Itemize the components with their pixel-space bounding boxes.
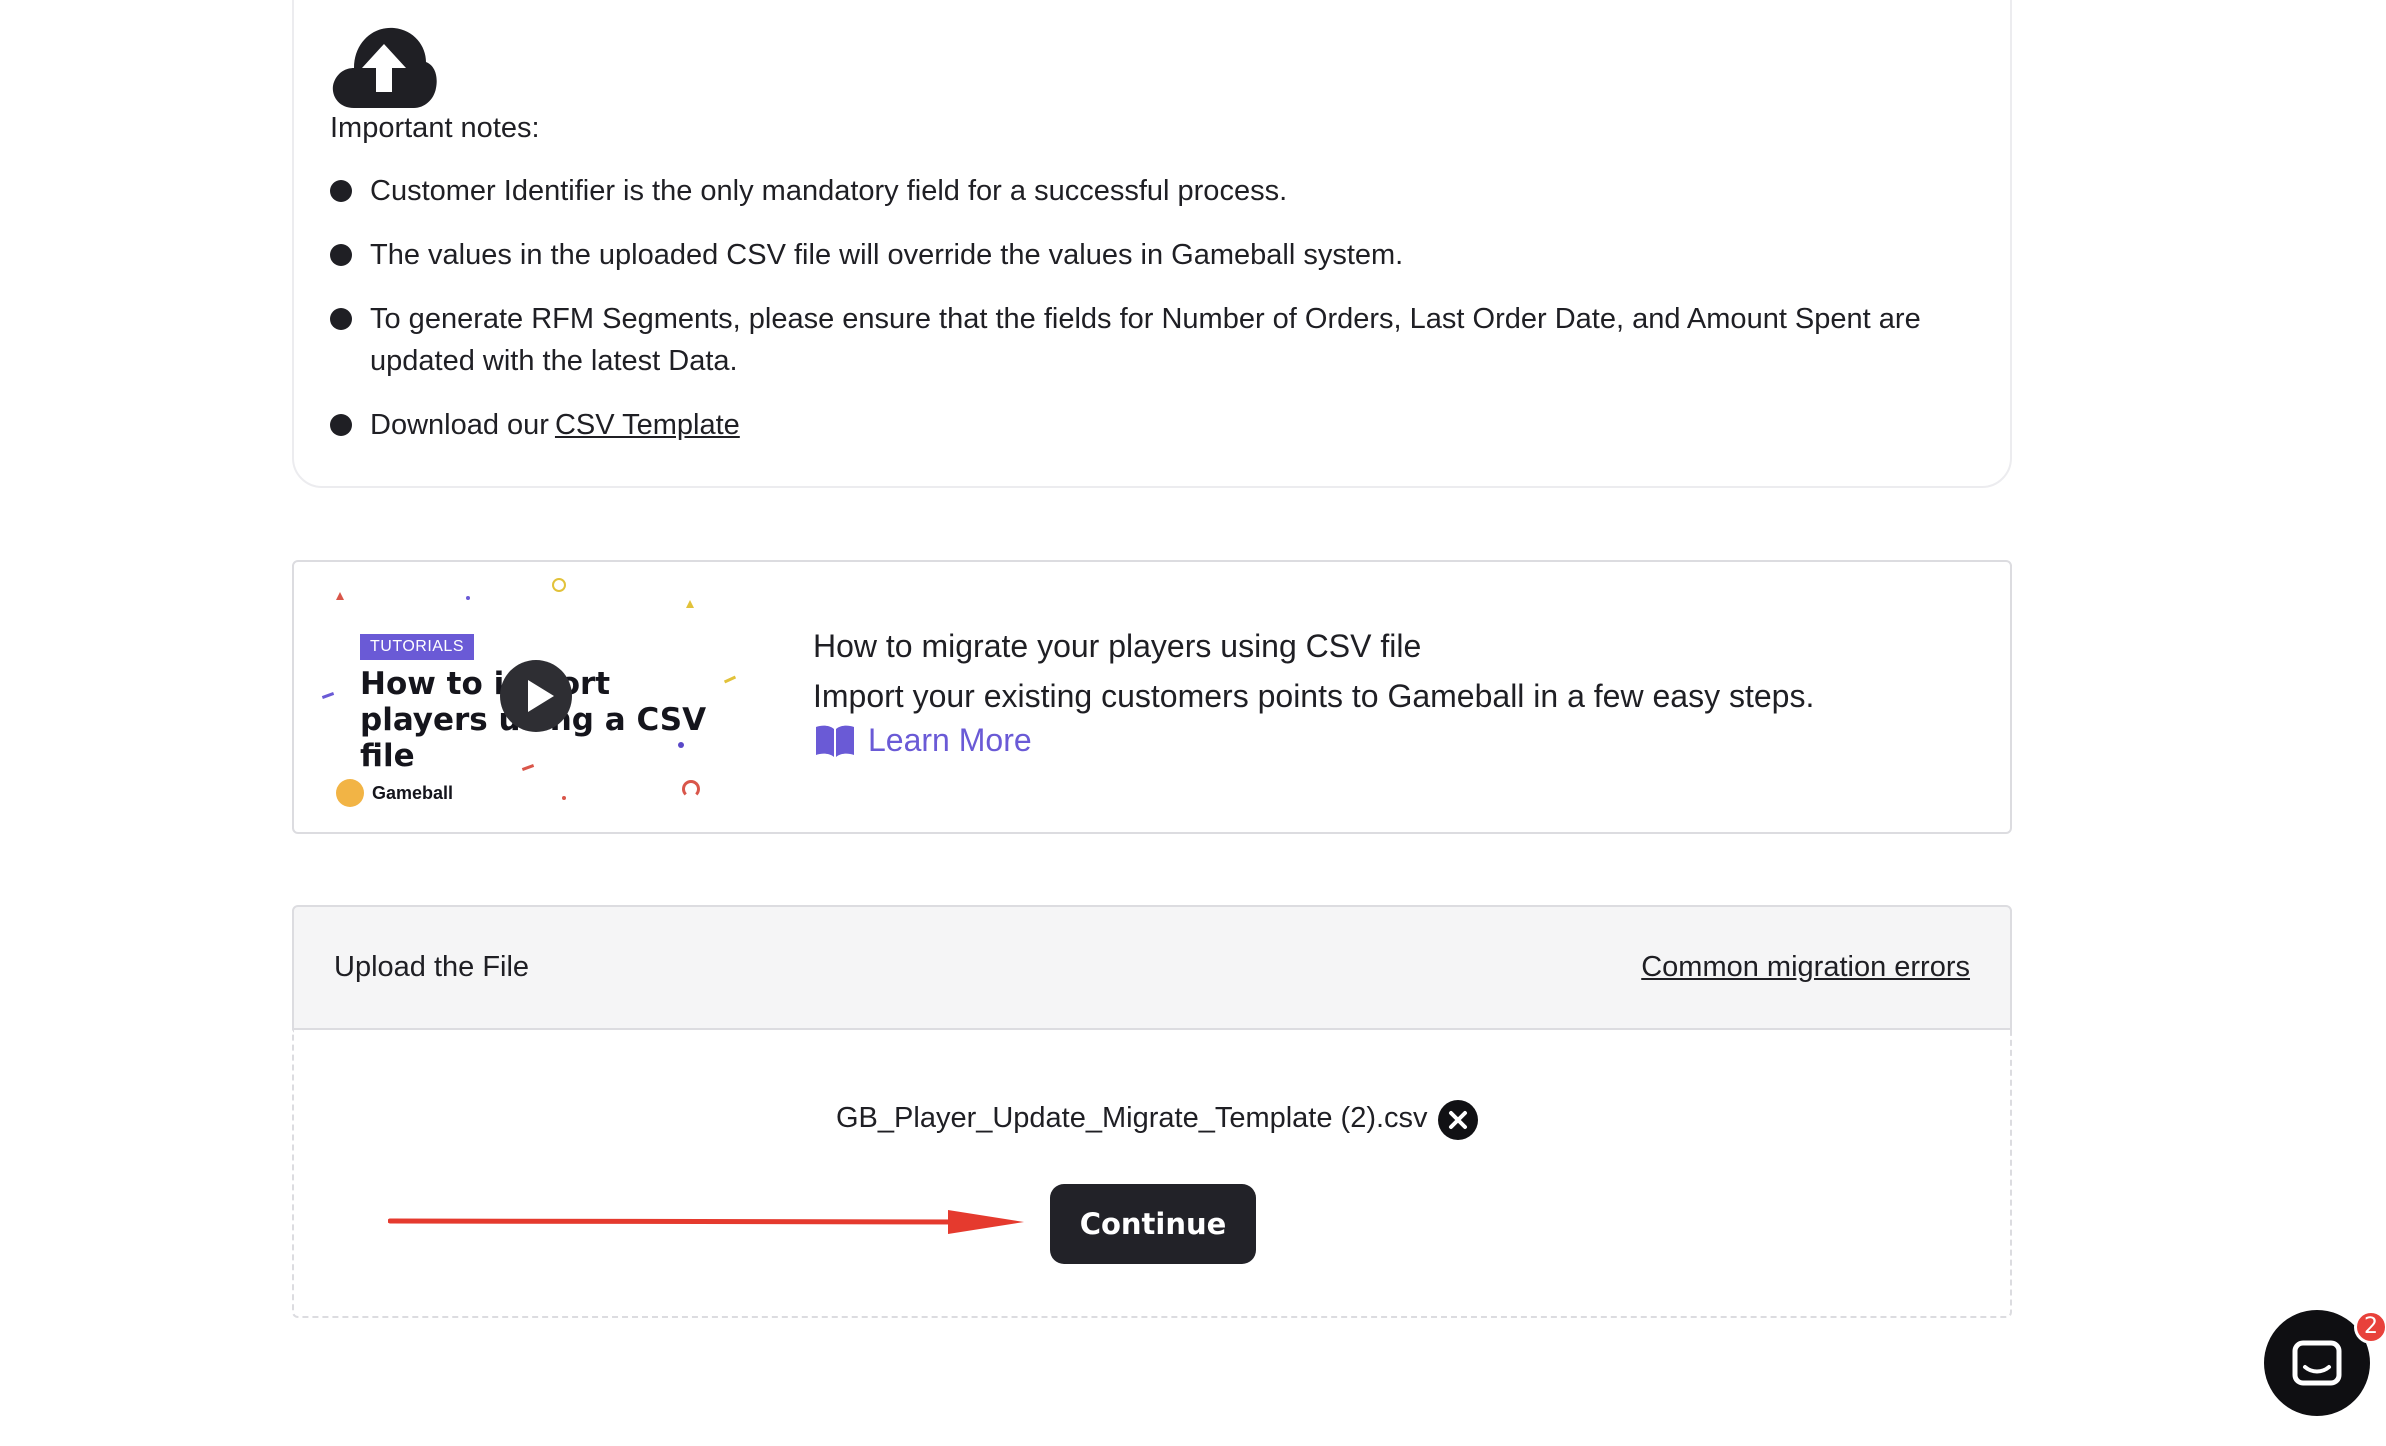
brand-name: Gameball	[372, 782, 454, 803]
uploaded-file: GB_Player_Update_Migrate_Template (2).cs…	[836, 1098, 1478, 1140]
tutorial-description: Import your existing customers points to…	[813, 678, 1815, 714]
notification-badge: 2	[2354, 1310, 2386, 1344]
tutorial-tag: TUTORIALS	[360, 634, 474, 660]
confetti-decoration	[552, 578, 566, 592]
bullet-icon	[330, 244, 352, 266]
note-text: To generate RFM Segments, please ensure …	[370, 303, 1921, 377]
upload-header: Upload the File Common migration errors	[292, 905, 2012, 1030]
download-prefix: Download our	[370, 409, 549, 441]
bullet-icon	[330, 180, 352, 202]
cloud-upload-icon	[332, 27, 437, 108]
remove-file-button[interactable]	[1437, 1100, 1478, 1140]
play-button[interactable]	[500, 660, 572, 732]
tutorial-video-thumbnail[interactable]: TUTORIALS How to import players using a …	[316, 574, 756, 820]
csv-template-link[interactable]: CSV Template	[555, 409, 740, 441]
upload-title: Upload the File	[334, 951, 530, 983]
learn-more-link[interactable]: Learn More	[814, 722, 1032, 759]
confetti-decoration	[562, 796, 566, 800]
confetti-decoration	[336, 592, 344, 600]
confetti-decoration	[686, 600, 694, 608]
play-icon	[528, 680, 554, 712]
notes-title: Important notes:	[330, 112, 540, 144]
book-icon	[816, 725, 854, 757]
continue-button[interactable]: Continue	[1050, 1184, 1256, 1264]
note-item: Customer Identifier is the only mandator…	[330, 170, 1970, 212]
note-item: To generate RFM Segments, please ensure …	[330, 298, 1970, 382]
gameball-logo-icon	[336, 779, 364, 807]
note-item-download: Download our CSV Template	[330, 404, 1970, 446]
bullet-icon	[330, 308, 352, 330]
notes-list: Customer Identifier is the only mandator…	[330, 170, 1970, 468]
note-text: Customer Identifier is the only mandator…	[370, 175, 1288, 207]
close-icon	[1448, 1111, 1467, 1129]
annotation-arrow	[388, 1210, 1024, 1234]
confetti-decoration	[682, 780, 700, 798]
confetti-decoration	[321, 692, 335, 699]
thumbnail-brand: Gameball	[336, 778, 453, 808]
note-text: The values in the uploaded CSV file will…	[370, 239, 1404, 271]
tutorial-title: How to migrate your players using CSV fi…	[813, 628, 1422, 664]
file-dropzone[interactable]	[292, 1030, 2012, 1318]
confetti-decoration	[466, 596, 470, 600]
note-item: The values in the uploaded CSV file will…	[330, 234, 1970, 276]
file-name: GB_Player_Update_Migrate_Template (2).cs…	[836, 1101, 1428, 1134]
learn-more-label: Learn More	[868, 722, 1032, 758]
common-migration-errors-link[interactable]: Common migration errors	[1641, 951, 1970, 984]
bullet-icon	[330, 414, 352, 436]
